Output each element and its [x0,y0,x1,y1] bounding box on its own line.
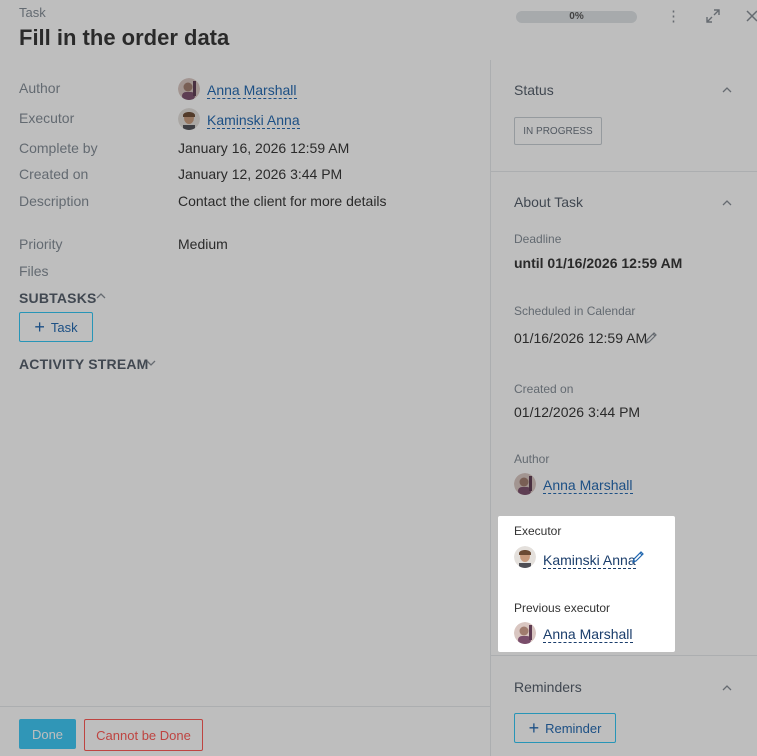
chevron-up-icon[interactable] [722,84,732,98]
created-label: Created on [514,382,574,396]
executor-label: Executor [19,110,75,126]
priority-label: Priority [19,236,63,252]
divider [491,171,757,172]
complete-by-label: Complete by [19,140,98,156]
author-label: Author [19,80,61,96]
status-title: Status [514,82,554,98]
files-label: Files [19,263,49,279]
task-details-panel [0,60,490,756]
executor-highlight-card: Executor Kaminski Anna Previous executor… [498,516,675,652]
avatar [514,473,536,500]
sidebar-author-label: Author [514,452,550,466]
add-reminder-label: Reminder [545,720,602,736]
priority-value: Medium [178,236,228,252]
page-title: Fill in the order data [19,25,230,50]
progress-bar: 0% [516,11,637,23]
add-reminder-button[interactable]: + Reminder [514,713,616,743]
chevron-up-icon[interactable] [722,197,732,211]
executor-link[interactable]: Kaminski Anna [207,112,300,129]
more-vertical-icon[interactable]: ⋮ [666,9,681,25]
add-subtask-button[interactable]: + Task [19,312,93,342]
close-icon[interactable] [745,9,757,27]
description-value: Contact the client for more details [178,193,387,209]
chevron-down-icon[interactable] [146,357,156,371]
done-button[interactable]: Done [19,719,76,749]
avatar [178,78,200,105]
created-value: 01/12/2026 3:44 PM [514,404,641,420]
deadline-value[interactable]: until 01/16/2026 12:59 AM [514,255,682,271]
task-type-label: Task [19,5,46,20]
divider [491,655,757,656]
add-subtask-label: Task [50,319,78,335]
deadline-label: Deadline [514,232,562,246]
expand-icon[interactable] [705,8,721,28]
status-badge: IN PROGRESS [514,117,602,145]
avatar [178,108,200,135]
avatar [514,546,536,573]
created-on-label: Created on [19,166,89,182]
plus-icon: + [528,718,540,738]
activity-stream-title[interactable]: ACTIVITY STREAM [19,356,149,372]
author-link[interactable]: Anna Marshall [207,82,297,99]
footer-divider [0,706,490,707]
subtasks-title: SUBTASKS [19,290,97,306]
created-on-value: January 12, 2026 3:44 PM [178,166,343,182]
description-label: Description [19,193,90,209]
cannot-be-done-button[interactable]: Cannot be Done [84,719,203,751]
avatar [514,622,536,649]
chevron-up-icon[interactable] [96,290,106,304]
complete-by-value: January 16, 2026 12:59 AM [178,140,350,156]
pencil-icon[interactable] [630,549,646,570]
calendar-label: Scheduled in Calendar [514,304,636,318]
plus-icon: + [34,317,45,337]
reminders-title: Reminders [514,679,582,695]
previous-executor-link[interactable]: Anna Marshall [543,626,633,643]
sidebar-executor-link[interactable]: Kaminski Anna [543,552,636,569]
about-task-title: About Task [514,194,584,210]
sidebar-executor-label: Executor [514,524,562,538]
sidebar-author-link[interactable]: Anna Marshall [543,477,633,494]
chevron-up-icon[interactable] [722,682,732,696]
previous-executor-label: Previous executor [514,601,611,615]
pencil-icon[interactable] [643,330,659,351]
calendar-value: 01/16/2026 12:59 AM [514,330,648,346]
